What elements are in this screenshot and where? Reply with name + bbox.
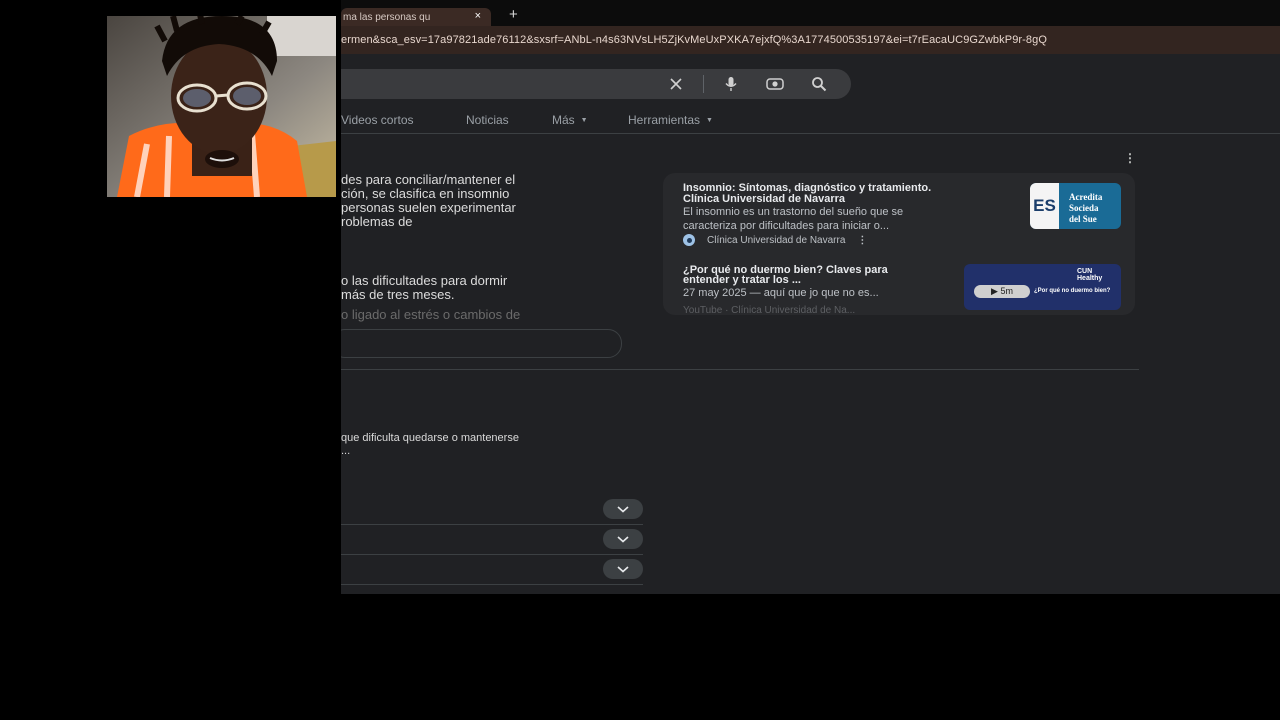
source-row: YouTube · Clínica Universidad de Na... [683,305,855,315]
thumbnail-badge: CUN Healthy [1077,268,1103,282]
clear-icon[interactable] [667,75,685,93]
overview-line: roblemas de [341,214,413,229]
tab-strip: ma las personas qu × + [341,0,1280,26]
video-duration: ▶ 5m [974,285,1030,298]
overview-line: más de tres meses. [341,287,455,302]
thumbnail-caption: ¿Por qué no duermo bien? [1034,288,1111,294]
chevron-down-icon: ▼ [580,117,588,125]
overview-line: personas suelen experimentar [341,200,516,215]
video-thumbnail[interactable]: CUN Healthy ▶ 5m ¿Por qué no duermo bien… [964,264,1121,310]
card-snippet: 27 may 2025 — aquí que jo que no es... [683,287,879,299]
tab-title: ma las personas qu [343,11,431,23]
overview-line-faded: o ligado al estrés o cambios de [341,307,521,322]
microphone-icon[interactable] [722,75,740,93]
faq-row[interactable] [341,554,643,585]
faq-row[interactable] [341,494,643,525]
tab-close-icon[interactable]: × [475,10,481,22]
overview-line: o las dificultades para dormir [341,273,508,288]
overview-line: ción, se clasifica en insomnio [341,186,510,201]
chevron-down-icon[interactable] [603,499,643,519]
new-tab-button[interactable]: + [509,6,518,23]
tab-active[interactable]: ma las personas qu × [341,8,491,26]
search-icon[interactable] [810,75,828,93]
tab-label: Noticias [466,113,509,127]
card-title: entender y tratar los ... [683,274,801,286]
webcam-person-image [107,16,336,197]
more-options-icon[interactable]: ⋮ [1124,151,1136,165]
source-row: Clínica Universidad de Navarra ⋮ [683,234,867,246]
section-divider [341,369,1139,370]
tab-mas[interactable]: Más ▼ [552,113,588,127]
chevron-down-icon[interactable] [603,559,643,579]
overview-line: des para conciliar/mantener el [341,172,516,187]
card-title: Clínica Universidad de Navarra [683,193,846,205]
tab-label: Videos cortos [341,113,414,127]
tab-videos-cortos[interactable]: Videos cortos [341,113,414,127]
browser-window: ma las personas qu × + ermen&sca_esv=17a… [341,0,1280,594]
thumbnail-logo-text: ES [1030,183,1059,229]
more-options-icon[interactable]: ⋮ [857,235,867,246]
result-snippet-line: ... [341,445,351,457]
card-snippet: caracteriza por dificultades para inicia… [683,220,890,232]
url-text: ermen&sca_esv=17a97821ade76112&sxsrf=ANb… [341,34,1048,46]
lens-icon[interactable] [766,75,784,93]
faq-row[interactable] [341,524,643,555]
tab-label: Más [552,113,575,127]
source-name: YouTube · Clínica Universidad de Na... [683,305,856,315]
search-box[interactable] [341,69,851,99]
nav-divider [341,133,1280,134]
thumbnail-text: Acredita Socieda del Sue [1069,192,1103,224]
source-name: Clínica Universidad de Navarra [707,234,846,246]
chevron-down-icon: ▼ [706,117,713,125]
chevron-down-icon[interactable] [603,529,643,549]
ai-sources-panel: Insomnio: Síntomas, diagnóstico y tratam… [663,173,1135,315]
address-bar[interactable]: ermen&sca_esv=17a97821ade76112&sxsrf=ANb… [341,26,1280,54]
tab-herramientas[interactable]: Herramientas ▼ [628,113,713,127]
card-snippet: El insomnio es un trastorno del sueño qu… [683,206,904,218]
search-divider [703,75,704,93]
show-more-button[interactable] [341,329,622,358]
result-snippet-line: que dificulta quedarse o mantenerse [341,432,519,444]
site-favicon-icon [683,234,695,246]
tab-label: Herramientas [628,113,701,127]
card-thumbnail: ES Acredita Socieda del Sue [1030,183,1121,229]
webcam-overlay [107,16,336,197]
tab-noticias[interactable]: Noticias [466,113,509,127]
